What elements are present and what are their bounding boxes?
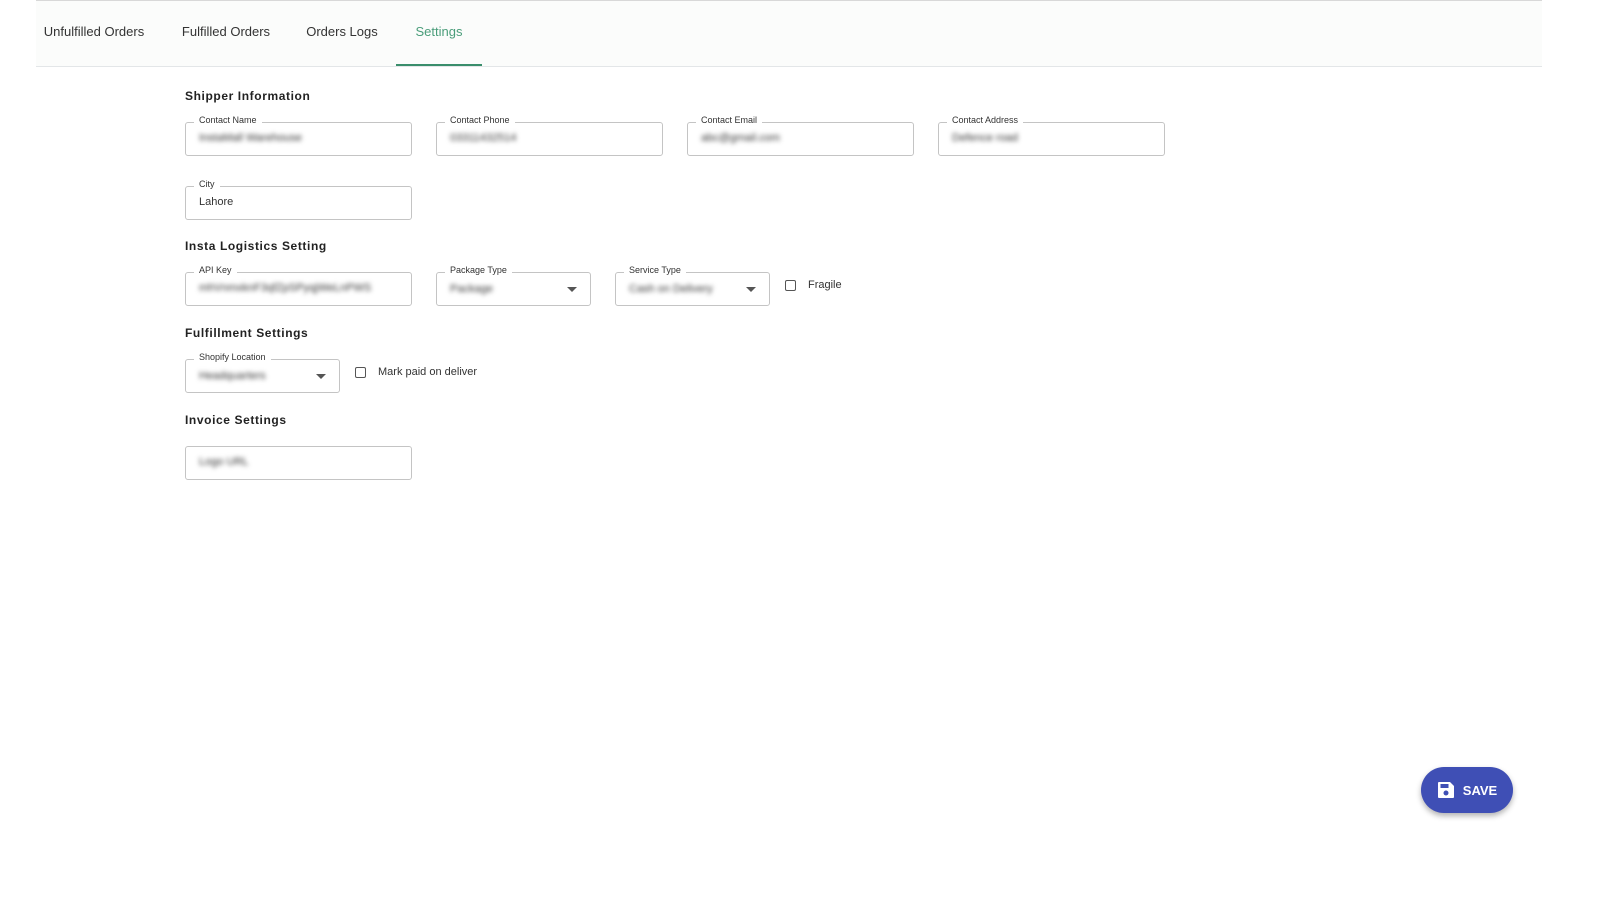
package-type-select[interactable]: Package Type Package [436, 265, 591, 306]
field-label: Service Type [624, 265, 686, 275]
field-value: Lahore [199, 196, 234, 208]
floppy-disk-icon [1437, 782, 1454, 798]
save-button[interactable]: SAVE [1421, 767, 1513, 813]
chevron-down-icon [316, 374, 326, 379]
field-label: Contact Name [194, 115, 262, 125]
field-label: Contact Phone [445, 115, 515, 125]
tab-bar: Unfulfilled Orders Fulfilled Orders Orde… [36, 1, 1542, 67]
logo-url-input[interactable]: Logo URL [185, 446, 412, 480]
field-label: Package Type [445, 265, 512, 275]
field-label: Contact Address [947, 115, 1024, 125]
chevron-down-icon [746, 287, 756, 292]
contact-address-field[interactable]: Contact Address Defence road [938, 115, 1165, 156]
field-value: InstaMall Warehouse [199, 132, 302, 144]
section-invoice-settings: Invoice Settings [185, 413, 287, 427]
save-label: SAVE [1462, 782, 1498, 798]
tab-orders-logs[interactable]: Orders Logs [301, 1, 383, 66]
contact-name-field[interactable]: Contact Name InstaMall Warehouse [185, 115, 412, 156]
field-value: 03311432514 [450, 132, 517, 144]
shopify-location-select[interactable]: Shopify Location Headquarters [185, 352, 340, 393]
service-type-select[interactable]: Service Type Cash on Delivery [615, 265, 770, 306]
field-value: Defence road [952, 132, 1019, 144]
field-label: Contact Email [696, 115, 763, 125]
checkbox-icon[interactable] [785, 279, 796, 291]
field-value: abc@gmail.com [701, 132, 781, 144]
fragile-checkbox[interactable]: Fragile [785, 279, 842, 291]
city-field[interactable]: City Lahore [185, 179, 412, 220]
contact-email-field[interactable]: Contact Email abc@gmail.com [687, 115, 914, 156]
checkbox-label: Fragile [808, 279, 842, 291]
checkbox-icon[interactable] [355, 366, 366, 378]
field-value: mhVnmxknF3qfZpSPyqjWeLnPWS [199, 282, 372, 294]
mark-paid-checkbox[interactable]: Mark paid on deliver [355, 366, 477, 378]
chevron-down-icon [567, 287, 577, 292]
tab-unfulfilled-orders[interactable]: Unfulfilled Orders [36, 1, 152, 66]
field-label: Shopify Location [194, 352, 271, 362]
contact-phone-field[interactable]: Contact Phone 03311432514 [436, 115, 663, 156]
field-label: API Key [194, 265, 237, 275]
section-fulfillment-settings: Fulfillment Settings [185, 326, 309, 340]
field-label: City [194, 179, 220, 189]
field-value: Package [450, 283, 493, 295]
section-shipper-information: Shipper Information [185, 89, 311, 103]
field-placeholder: Logo URL [199, 456, 249, 468]
api-key-field[interactable]: API Key mhVnmxknF3qfZpSPyqjWeLnPWS [185, 265, 412, 306]
field-value: Cash on Delivery [629, 283, 713, 295]
field-value: Headquarters [199, 370, 266, 382]
section-insta-logistics: Insta Logistics Setting [185, 239, 327, 253]
tab-settings[interactable]: Settings [396, 1, 482, 66]
checkbox-label: Mark paid on deliver [378, 366, 478, 378]
tab-fulfilled-orders[interactable]: Fulfilled Orders [176, 1, 276, 66]
